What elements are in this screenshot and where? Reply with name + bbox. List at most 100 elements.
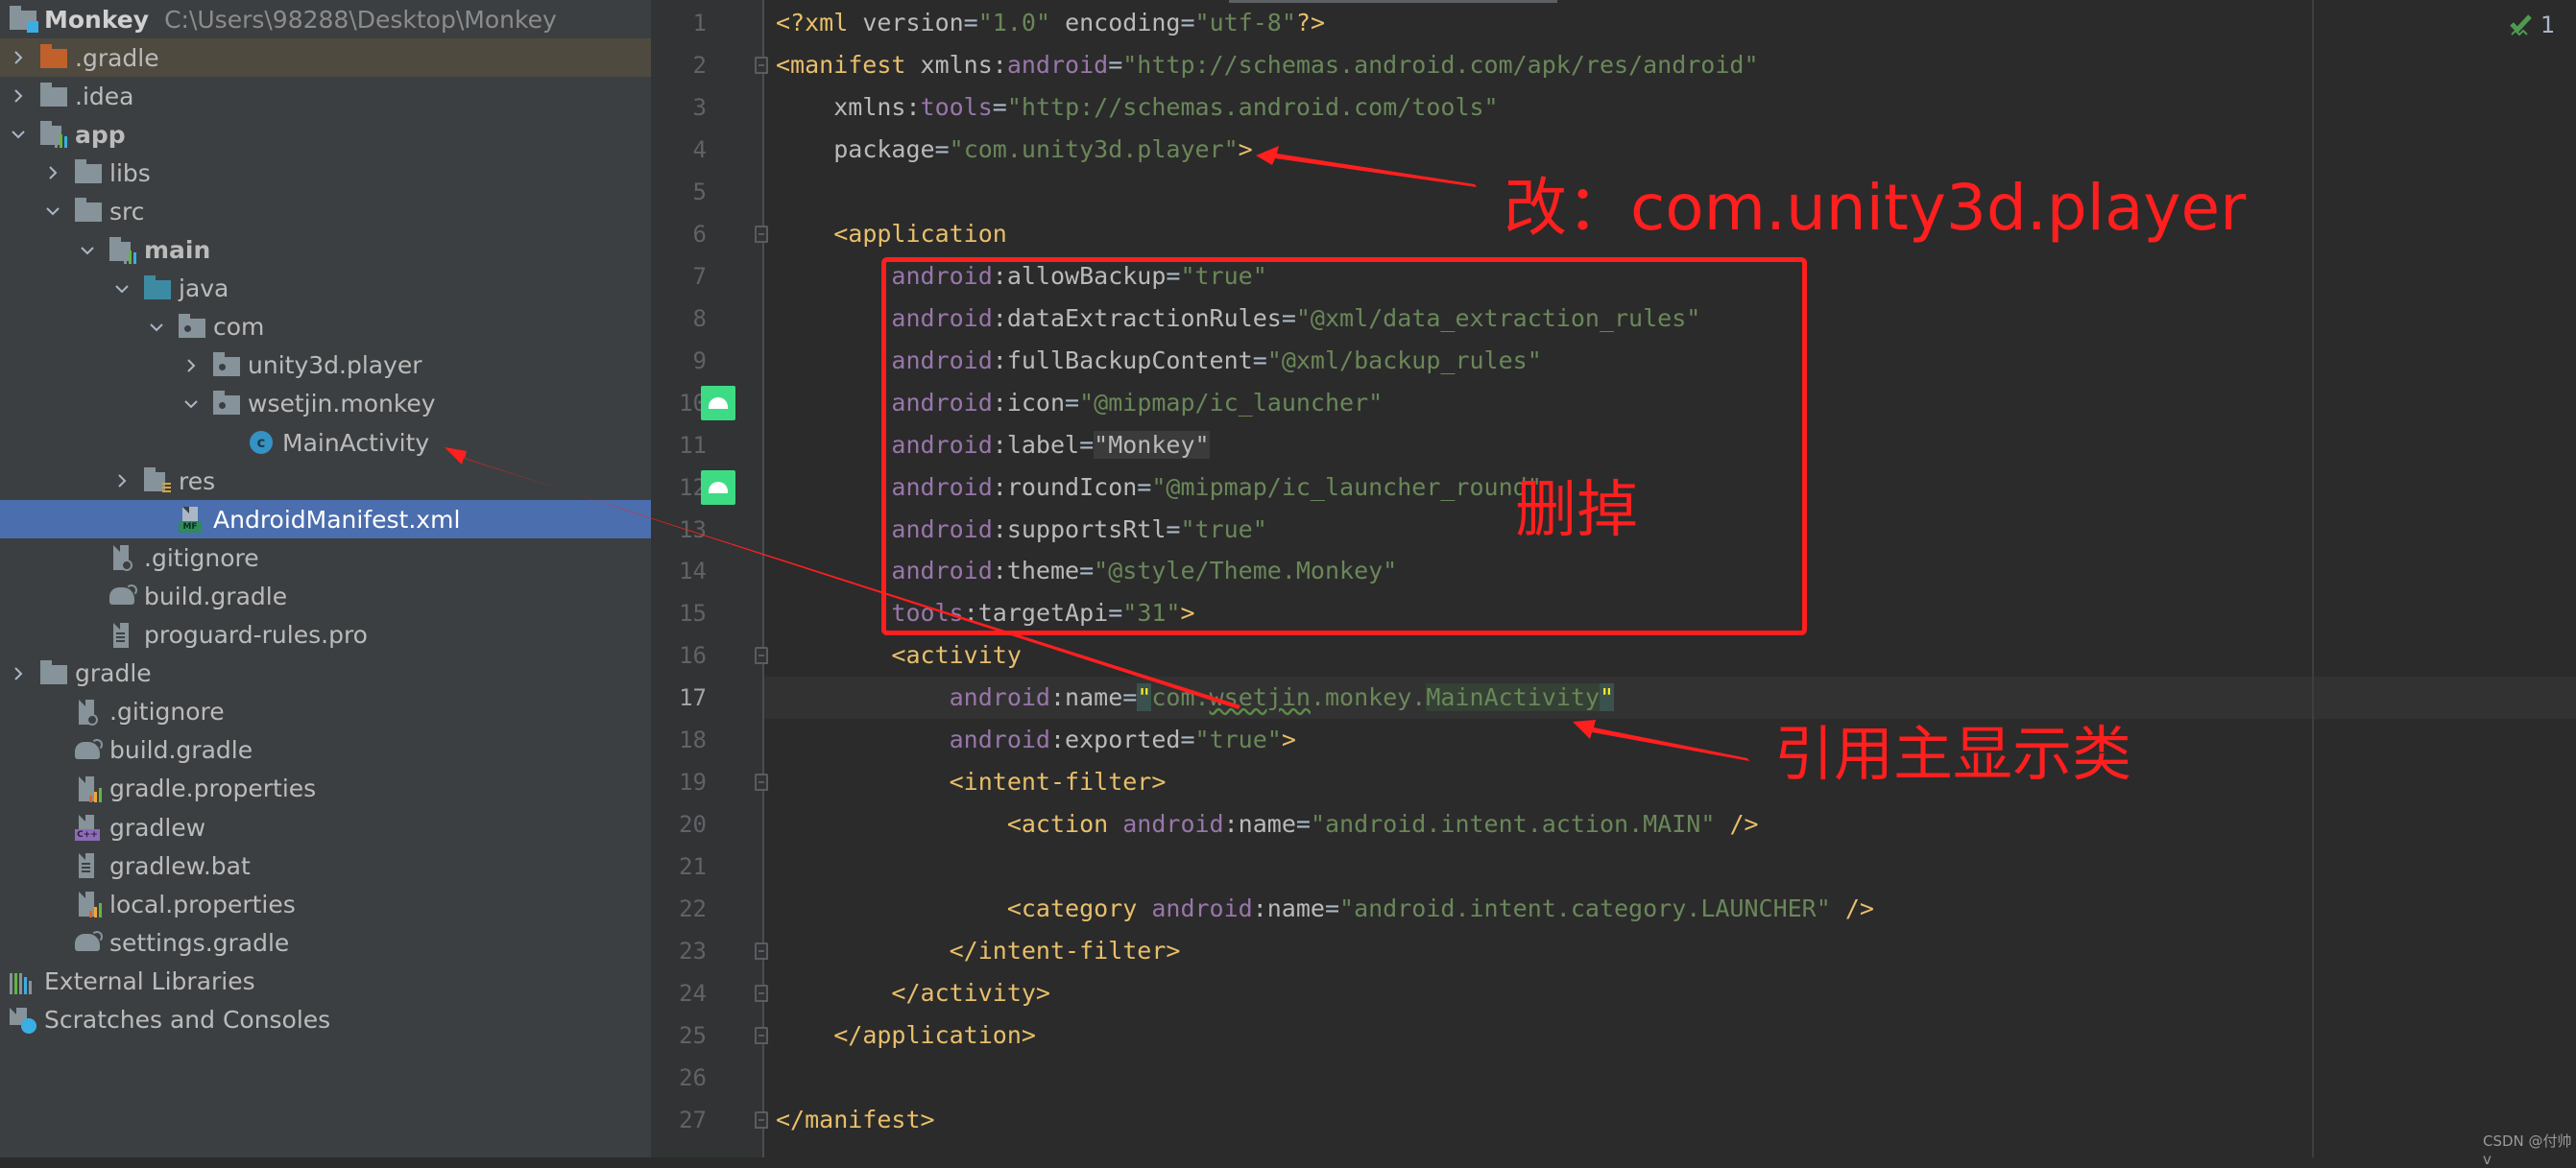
code-token: MainActivity [1426,683,1600,712]
code-line[interactable]: <intent-filter> [776,761,1167,803]
fold-toggle-icon[interactable] [755,942,768,961]
code-line[interactable]: <action android:name="android.intent.act… [776,803,1759,846]
tree-item[interactable]: settings.gradle [0,923,651,962]
tree-item[interactable]: java [0,270,651,308]
tree-item[interactable]: .idea [0,77,651,115]
code-line[interactable]: </application> [776,1014,1036,1057]
tree-item[interactable]: gradlew.bat [0,846,651,885]
chevron-down-icon[interactable] [111,278,132,299]
text-file-icon [109,622,136,649]
fold-toggle-icon[interactable] [755,1110,768,1129]
chevron-right-icon[interactable] [8,47,29,68]
code-token: </activity> [891,979,1050,1008]
fold-toggle-icon[interactable] [755,774,768,792]
code-line[interactable]: <application [776,213,1007,255]
code-line[interactable]: <activity [776,634,1021,677]
fold-toggle-icon[interactable] [755,647,768,665]
tree-item[interactable]: Scratches and Consoles [0,1001,651,1039]
tree-item[interactable]: .gitignore [0,538,651,577]
tree-item[interactable]: wsetjin.monkey [0,385,651,423]
tree-item[interactable]: c MainActivity [0,423,651,462]
code-line[interactable]: </intent-filter> [776,930,1181,972]
chevron-right-icon[interactable] [42,162,63,183]
package-folder-icon [213,390,240,417]
code-line[interactable]: <manifest xmlns:android="http://schemas.… [776,44,1759,86]
properties-icon [75,891,102,918]
tree-item[interactable]: build.gradle [0,731,651,770]
code-line[interactable]: android:name="com.wsetjin.monkey.MainAct… [776,677,1615,719]
tree-item-label: gradle.properties [109,775,317,803]
project-root[interactable]: Monkey C:\Users\98288\Desktop\Monkey [0,0,651,38]
folder-icon [40,659,67,687]
code-line[interactable]: </activity> [776,972,1050,1014]
code-token: = [1180,726,1195,754]
chevron-right-icon[interactable] [8,663,29,684]
code-line[interactable]: android:exported="true"> [776,719,1296,761]
chevron-right-icon[interactable] [8,85,29,107]
tree-item-label: src [109,197,145,226]
code-line[interactable]: </manifest> [776,1099,935,1141]
line-number: 6 [692,220,707,248]
line-number: 14 [679,558,707,585]
tree-item[interactable]: gradle [0,655,651,693]
package-folder-icon [179,313,205,341]
code-line[interactable]: <category android:name="android.intent.c… [776,888,1874,930]
code-token: xmlns: [920,50,1007,79]
code-token: android [949,683,1050,712]
tree-item[interactable]: .gradle [0,38,651,77]
gitignore-icon [75,699,102,726]
tree-item[interactable]: MF AndroidManifest.xml [0,500,651,539]
tree-item[interactable]: local.properties [0,885,651,923]
tree-item[interactable]: com [0,308,651,346]
code-token: <action [1006,810,1123,839]
android-resource-icon[interactable] [701,385,735,420]
chevron-right-icon[interactable] [181,355,202,376]
android-resource-icon[interactable] [701,469,735,505]
tree-item[interactable]: unity3d.player [0,346,651,385]
chevron-right-icon[interactable] [111,470,132,491]
code-token: tools [920,92,993,121]
code-token: :name [1049,683,1123,712]
code-line[interactable]: xmlns:tools="http://schemas.android.com/… [776,86,1498,129]
chevron-down-icon[interactable] [181,393,202,415]
code-token: encoding [1065,9,1181,36]
chevron-down-icon[interactable] [77,240,98,261]
tree-item[interactable]: res [0,462,651,500]
line-number: 16 [679,642,707,670]
inspection-widget[interactable]: 1 [2508,12,2555,38]
chevron-down-icon[interactable] [146,317,167,338]
tree-item[interactable]: External Libraries [0,962,651,1000]
fold-toggle-icon[interactable] [755,225,768,243]
fold-toggle-icon[interactable] [755,985,768,1003]
tree-item[interactable]: src [0,192,651,230]
tree-item[interactable]: app [0,115,651,154]
fold-toggle-icon[interactable] [755,56,768,74]
code-token: <manifest [776,50,921,79]
tree-item[interactable]: proguard-rules.pro [0,616,651,655]
tree-item[interactable]: .gitignore [0,693,651,731]
tree-item[interactable]: main [0,231,651,270]
code-token: " [1600,683,1615,712]
tree-item[interactable]: C++ gradlew [0,808,651,846]
code-line[interactable]: package="com.unity3d.player"> [776,129,1253,171]
tree-item-label: app [75,120,126,149]
line-number: 25 [679,1022,707,1050]
code-token: > [1238,134,1253,163]
tree-item[interactable]: build.gradle [0,577,651,615]
tree-item[interactable]: libs [0,154,651,192]
line-number: 11 [679,431,707,459]
fold-toggle-icon[interactable] [755,1027,768,1045]
code-token: <?xml [776,9,863,36]
code-line[interactable]: <?xml version="1.0" encoding="utf-8"?> [776,2,1325,44]
chevron-down-icon[interactable] [42,201,63,222]
tree-item[interactable]: gradle.properties [0,770,651,808]
tree-item-label: local.properties [109,890,296,918]
chevron-down-icon[interactable] [8,124,29,145]
code-token: :name [1252,894,1325,923]
